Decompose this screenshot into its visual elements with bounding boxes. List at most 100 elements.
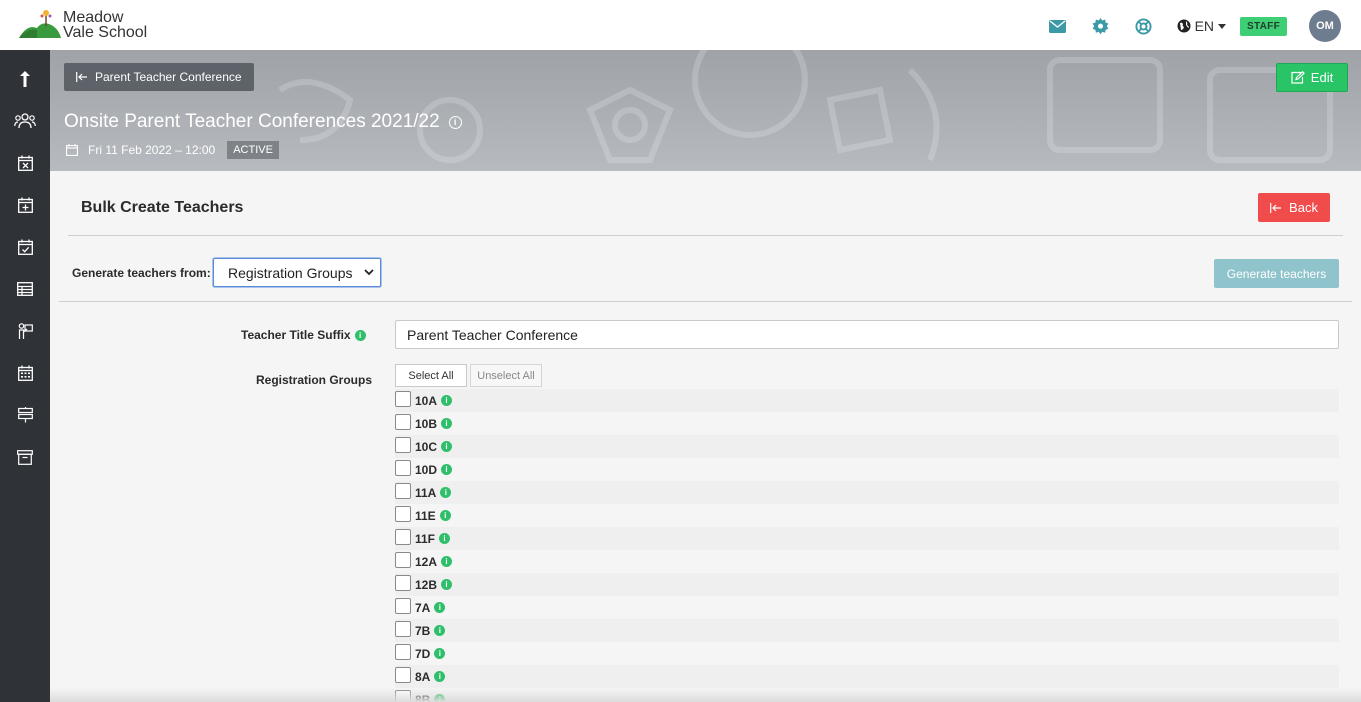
info-icon[interactable]: i (439, 510, 451, 521)
info-icon[interactable]: i (441, 579, 453, 590)
list-item[interactable]: 11E i (395, 504, 1339, 527)
mail-icon[interactable] (1048, 16, 1068, 36)
info-icon[interactable]: i (441, 441, 453, 452)
list-item[interactable]: 10D i (395, 458, 1339, 481)
upload-arrow-icon (20, 71, 30, 87)
sidebar-item-calendar-add[interactable] (0, 184, 50, 226)
sidebar-item-users[interactable] (0, 100, 50, 142)
sidebar-item-calendar-remove[interactable] (0, 142, 50, 184)
school-name: Meadow Vale School (63, 10, 148, 41)
list-item[interactable]: 8A i (395, 665, 1339, 688)
breadcrumb-back-button[interactable]: Parent Teacher Conference (64, 63, 254, 91)
group-checkbox[interactable] (395, 597, 411, 614)
suffix-input[interactable]: Parent Teacher Conference (395, 320, 1339, 349)
group-checkbox[interactable] (395, 390, 411, 407)
generate-from-select[interactable]: Registration Groups (213, 258, 381, 287)
role-badge: STAFF (1240, 16, 1287, 36)
group-checkbox[interactable] (395, 413, 411, 430)
sidebar (0, 50, 50, 702)
info-icon[interactable]: i (439, 533, 451, 544)
list-item[interactable]: 10C i (395, 435, 1339, 458)
group-name: 10C (415, 439, 438, 454)
page-title: Onsite Parent Teacher Conferences 2021/2… (64, 111, 462, 133)
info-icon[interactable]: i (434, 625, 446, 636)
info-icon[interactable]: i (434, 671, 446, 682)
list-item[interactable]: 7B i (395, 619, 1339, 642)
info-icon[interactable]: i (441, 464, 453, 475)
list-item[interactable]: 11F i (395, 527, 1339, 550)
group-checkbox[interactable] (395, 528, 411, 545)
group-checkbox[interactable] (395, 643, 411, 660)
generate-from-label: Generate teachers from: (72, 266, 211, 280)
sidebar-item-archive[interactable] (0, 436, 50, 478)
back-label: Back (1289, 200, 1318, 215)
info-icon[interactable]: i (354, 329, 366, 341)
group-checkbox[interactable] (395, 459, 411, 476)
school-name-line2: Vale School (63, 24, 148, 41)
back-button[interactable]: Back (1258, 193, 1330, 222)
sidebar-item-signpost[interactable] (0, 394, 50, 436)
arrow-left-bar-icon (76, 72, 87, 82)
main-content: Bulk Create Teachers Back Generate teach… (50, 171, 1361, 702)
group-checkbox[interactable] (395, 574, 411, 591)
event-meta: Fri 11 Feb 2022 – 12:00 ACTIVE (66, 141, 279, 159)
event-title-text: Onsite Parent Teacher Conferences 2021/2… (64, 111, 440, 132)
group-name: 7D (415, 646, 431, 661)
list-item[interactable]: 7A i (395, 596, 1339, 619)
school-logo[interactable]: Meadow Vale School (19, 8, 148, 41)
group-name: 11F (415, 531, 436, 546)
help-lifebuoy-icon[interactable] (1134, 16, 1154, 36)
select-all-button[interactable]: Select All (395, 364, 467, 387)
group-name: 12B (415, 577, 438, 592)
info-icon[interactable]: i (434, 648, 446, 659)
info-icon[interactable]: i (440, 487, 452, 498)
list-item[interactable]: 10A i (395, 389, 1339, 412)
sidebar-item-calendar[interactable] (0, 352, 50, 394)
group-name: 11E (415, 508, 436, 523)
registration-groups-label: Registration Groups (256, 373, 373, 387)
group-name: 7B (415, 623, 431, 638)
group-checkbox[interactable] (395, 666, 411, 683)
event-banner: Parent Teacher Conference Edit Onsite Pa… (50, 50, 1361, 171)
language-selector[interactable]: EN (1177, 18, 1227, 34)
scroll-fade (50, 688, 1361, 702)
edit-label: Edit (1310, 70, 1334, 85)
list-item[interactable]: 12B i (395, 573, 1339, 596)
info-icon[interactable]: i (448, 115, 462, 129)
group-name: 12A (415, 554, 438, 569)
info-icon[interactable]: i (441, 556, 453, 567)
section-heading: Bulk Create Teachers (81, 199, 244, 216)
arrow-left-bar-icon (1270, 202, 1282, 213)
avatar[interactable]: OM (1309, 10, 1341, 42)
group-checkbox[interactable] (395, 505, 411, 522)
divider (59, 301, 1352, 302)
sidebar-item-teachers[interactable] (0, 310, 50, 352)
signpost-icon (17, 407, 33, 423)
group-checkbox[interactable] (395, 551, 411, 568)
group-name: 8A (415, 669, 431, 684)
sidebar-item-calendar-check[interactable] (0, 226, 50, 268)
teacher-board-icon (18, 322, 33, 339)
list-item[interactable]: 7D i (395, 642, 1339, 665)
group-checkbox[interactable] (395, 436, 411, 453)
status-badge: ACTIVE (227, 141, 279, 159)
list-item[interactable]: 11A i (395, 481, 1339, 504)
list-item[interactable]: 12A i (395, 550, 1339, 573)
group-checkbox[interactable] (395, 620, 411, 637)
list-item[interactable]: 10B i (395, 412, 1339, 435)
unselect-all-button[interactable]: Unselect All (470, 364, 542, 387)
sidebar-item-upload[interactable] (0, 58, 50, 100)
info-icon[interactable]: i (434, 602, 446, 613)
generate-teachers-button[interactable]: Generate teachers (1214, 259, 1339, 288)
info-icon[interactable]: i (441, 418, 453, 429)
calendar-x-icon (17, 155, 33, 171)
sidebar-item-table[interactable] (0, 268, 50, 310)
edit-button[interactable]: Edit (1276, 63, 1348, 92)
group-checkbox[interactable] (395, 482, 411, 499)
language-label: EN (1194, 18, 1215, 34)
archive-icon (17, 449, 33, 465)
event-date: Fri 11 Feb 2022 – 12:00 (88, 143, 216, 157)
info-icon[interactable]: i (441, 395, 453, 406)
calendar-plus-icon (17, 197, 33, 213)
gear-icon[interactable] (1091, 16, 1111, 36)
